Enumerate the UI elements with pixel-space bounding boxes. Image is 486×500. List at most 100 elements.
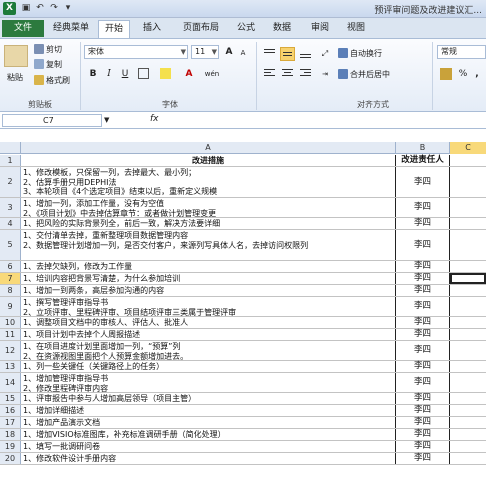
tab-file[interactable]: 文件 <box>2 20 44 37</box>
align-left-icon[interactable] <box>262 67 277 81</box>
paste-button[interactable]: 粘贴 <box>7 72 23 83</box>
percent-button[interactable]: % <box>456 67 470 81</box>
cell-measures[interactable]: 1、增加管理评审指导书 2、修改里程碑评审内容 <box>21 373 396 392</box>
align-top-icon[interactable] <box>262 47 277 61</box>
cell-measures[interactable]: 1、修改模板，只保留一列，去掉最大、最小列； 2、估算手册只用DEPHI法 3、… <box>21 167 396 197</box>
cell-c[interactable] <box>450 218 486 229</box>
underline-button[interactable]: U <box>118 67 132 81</box>
column-header-a[interactable]: A <box>21 142 396 154</box>
cell-c[interactable] <box>450 393 486 404</box>
undo-icon[interactable]: ↶ <box>34 2 46 15</box>
cell-owner[interactable]: 李四 <box>396 218 450 229</box>
cell-c[interactable] <box>450 417 486 428</box>
cell-c[interactable] <box>450 361 486 372</box>
cell-measures[interactable]: 1、增加一到两条，高层参加沟通的内容 <box>21 285 396 296</box>
italic-button[interactable]: I <box>102 67 116 81</box>
currency-icon[interactable] <box>440 68 452 80</box>
row-number[interactable]: 18 <box>0 429 21 440</box>
row-number[interactable]: 4 <box>0 218 21 229</box>
cell-owner[interactable]: 李四 <box>396 429 450 440</box>
cell-owner[interactable]: 李四 <box>396 317 450 328</box>
row-number[interactable]: 11 <box>0 329 21 340</box>
row-number[interactable]: 17 <box>0 417 21 428</box>
cell-c[interactable] <box>450 429 486 440</box>
cell-measures[interactable]: 1、交付清单去掉，重新整理项目数据管理内容 2、数据管理计划增加一列，是否交付客… <box>21 230 396 260</box>
formula-input[interactable] <box>166 114 484 127</box>
cell-c[interactable] <box>450 441 486 452</box>
cell-owner[interactable]: 李四 <box>396 373 450 392</box>
cell-c[interactable] <box>450 373 486 392</box>
row-number[interactable]: 8 <box>0 285 21 296</box>
cell-c[interactable] <box>450 285 486 296</box>
tab-home[interactable]: 开始 <box>98 20 130 38</box>
cell-measures[interactable]: 1、增加一列，添加工作量，没有为空值 2、《项目计划》中去掉估算章节：或者做计划… <box>21 198 396 217</box>
format-painter-button[interactable]: 格式刷 <box>34 75 70 86</box>
column-header-c[interactable]: C <box>450 142 486 154</box>
cell-owner[interactable]: 李四 <box>396 285 450 296</box>
cell-owner[interactable]: 李四 <box>396 341 450 360</box>
cell-c[interactable] <box>450 297 486 316</box>
row-number[interactable]: 19 <box>0 441 21 452</box>
cell-measures[interactable]: 1、培训内容把背景写清楚，为什么参加培训 <box>21 273 396 284</box>
row-number[interactable]: 7 <box>0 273 21 284</box>
phonetic-button[interactable]: wén <box>202 67 222 81</box>
cell-measures[interactable]: 1、把风险的实际背景列全，前后一致，解决方法要详细 <box>21 218 396 229</box>
redo-icon[interactable]: ↷ <box>48 2 60 15</box>
cell-owner[interactable]: 李四 <box>396 167 450 197</box>
row-number[interactable]: 1 <box>0 155 21 166</box>
align-center-icon[interactable] <box>280 67 295 81</box>
align-middle-icon[interactable] <box>280 47 295 61</box>
font-size-combo[interactable]: 11 ▼ <box>191 45 219 59</box>
indent-icon[interactable]: ⇥ <box>318 67 332 81</box>
shrink-font-button[interactable]: A <box>236 46 250 60</box>
customize-icon[interactable]: ▾ <box>62 2 74 15</box>
row-number[interactable]: 2 <box>0 167 21 197</box>
cell-measures[interactable]: 1、增加VISIO标准图库，补充标准调研手册（简化处理） <box>21 429 396 440</box>
excel-logo-icon[interactable]: X <box>3 2 16 15</box>
row-number[interactable]: 5 <box>0 230 21 260</box>
cell-owner[interactable]: 李四 <box>396 273 450 284</box>
cell-c[interactable] <box>450 230 486 260</box>
orientation-icon[interactable]: ⤢ <box>318 47 332 61</box>
cell-measures[interactable]: 1、项目计划中去掉个人周报描述 <box>21 329 396 340</box>
cell-c[interactable] <box>450 155 486 166</box>
cell-measures[interactable]: 1、增加详细描述 <box>21 405 396 416</box>
borders-icon[interactable] <box>138 68 149 79</box>
tab-review[interactable]: 审阅 <box>306 20 334 38</box>
row-number[interactable]: 9 <box>0 297 21 316</box>
row-number[interactable]: 16 <box>0 405 21 416</box>
cell-owner[interactable]: 李四 <box>396 417 450 428</box>
chevron-down-icon[interactable]: ▼ <box>104 116 109 124</box>
cell-measures[interactable]: 1、在项目进度计划里面增加一列，“预算”列 2、在资源视图里面把个人预算金额增加… <box>21 341 396 360</box>
bold-button[interactable]: B <box>86 67 100 81</box>
cell-owner[interactable]: 李四 <box>396 361 450 372</box>
number-format-combo[interactable]: 常规 <box>437 45 486 59</box>
font-color-button[interactable]: A <box>182 67 196 81</box>
cell-measures[interactable]: 1、去掉欠缺列，修改为工作量 <box>21 261 396 272</box>
selected-cell-c7[interactable] <box>450 273 486 284</box>
tab-formulas[interactable]: 公式 <box>232 20 260 38</box>
cell-owner[interactable]: 李四 <box>396 329 450 340</box>
cell-owner[interactable]: 李四 <box>396 261 450 272</box>
cell-c[interactable] <box>450 453 486 464</box>
grow-font-button[interactable]: A <box>222 45 236 59</box>
tab-view[interactable]: 视图 <box>342 20 370 38</box>
cell-c[interactable] <box>450 341 486 360</box>
font-name-combo[interactable]: 宋体 ▼ <box>84 45 188 59</box>
row-number[interactable]: 15 <box>0 393 21 404</box>
cell-owner[interactable]: 李四 <box>396 441 450 452</box>
tab-page-layout[interactable]: 页面布局 <box>176 20 226 38</box>
row-number[interactable]: 14 <box>0 373 21 392</box>
row-number[interactable]: 6 <box>0 261 21 272</box>
name-box[interactable]: C7 <box>2 114 102 127</box>
align-bottom-icon[interactable] <box>298 47 313 61</box>
cell-measures[interactable]: 1、撰写管理评审指导书 2、立项评审、里程碑评审、项目结项评审三类属于管理评审 <box>21 297 396 316</box>
cell-owner[interactable]: 李四 <box>396 198 450 217</box>
row-number[interactable]: 12 <box>0 341 21 360</box>
cell-owner[interactable]: 李四 <box>396 297 450 316</box>
tab-data[interactable]: 数据 <box>268 20 296 38</box>
cell-owner[interactable]: 李四 <box>396 453 450 464</box>
select-all-corner[interactable] <box>0 142 21 154</box>
align-right-icon[interactable] <box>298 67 313 81</box>
cell-measures[interactable]: 1、增加产品演示文档 <box>21 417 396 428</box>
